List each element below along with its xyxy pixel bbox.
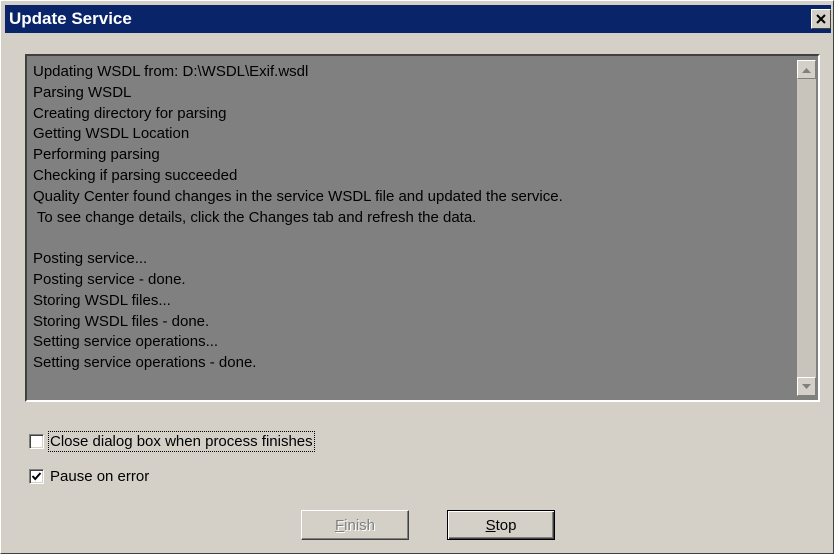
update-service-dialog: Update Service Updating WSDL from: D:\WS…: [0, 0, 834, 554]
finish-button[interactable]: Finish: [301, 510, 409, 540]
pause-on-error-label[interactable]: Pause on error: [50, 468, 149, 485]
close-when-finished-checkbox[interactable]: [29, 434, 44, 449]
close-when-finished-label[interactable]: Close dialog box when process finishes: [48, 431, 315, 452]
checkmark-icon: [31, 472, 42, 481]
log-line: Checking if parsing succeeded: [33, 166, 238, 184]
arrow-up-icon: [802, 67, 811, 73]
title-bar[interactable]: Update Service: [5, 5, 831, 33]
close-button[interactable]: [811, 9, 831, 29]
log-line: Quality Center found changes in the serv…: [33, 187, 563, 205]
stop-label-rest: top: [495, 516, 517, 534]
log-text: Updating WSDL from: D:\WSDL\Exif.wsdl Par…: [33, 62, 792, 374]
stop-mnemonic: S: [485, 516, 496, 534]
log-line: Creating directory for parsing: [33, 104, 227, 122]
scroll-up-button[interactable]: [797, 60, 816, 79]
pause-on-error-checkbox[interactable]: [29, 469, 44, 484]
finish-label-rest: inish: [344, 516, 376, 534]
log-line: Setting service operations...: [33, 333, 219, 351]
arrow-down-icon: [802, 383, 811, 389]
log-line: Storing WSDL files - done.: [33, 312, 210, 330]
log-line: Performing parsing: [33, 146, 160, 164]
log-line: Storing WSDL files...: [33, 291, 171, 309]
vertical-scrollbar[interactable]: [797, 60, 816, 396]
close-when-finished-option[interactable]: Close dialog box when process finishes: [29, 431, 315, 452]
pause-on-error-option[interactable]: Pause on error: [29, 468, 149, 485]
log-line: Setting service operations - done.: [33, 354, 257, 372]
log-line: Posting service - done.: [33, 270, 186, 288]
log-line: To see change details, click the Changes…: [33, 208, 477, 226]
scroll-down-button[interactable]: [797, 377, 816, 396]
log-line: Parsing WSDL: [33, 83, 132, 101]
progress-log[interactable]: Updating WSDL from: D:\WSDL\Exif.wsdl Par…: [25, 54, 820, 402]
finish-mnemonic: F: [334, 516, 345, 534]
close-icon: [816, 14, 826, 24]
log-line: Posting service...: [33, 250, 148, 268]
dialog-title: Update Service: [9, 9, 132, 28]
stop-button[interactable]: Stop: [447, 510, 555, 540]
log-line: Getting WSDL Location: [33, 125, 190, 143]
log-line: Updating WSDL from: D:\WSDL\Exif.wsdl: [33, 63, 309, 80]
